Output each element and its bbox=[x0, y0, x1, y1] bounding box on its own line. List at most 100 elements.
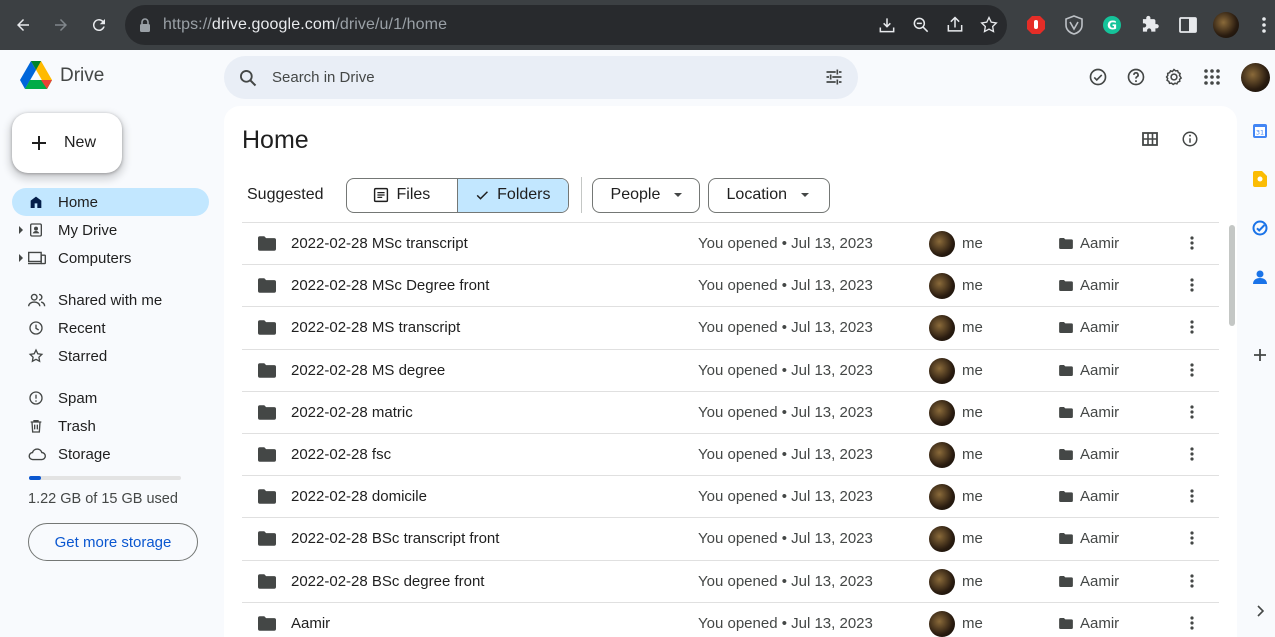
expand-caret-icon[interactable] bbox=[19, 226, 23, 234]
list-scrollbar[interactable] bbox=[1229, 225, 1235, 326]
more-actions-icon[interactable] bbox=[1190, 489, 1194, 503]
settings-gear-icon[interactable] bbox=[1162, 63, 1186, 91]
contacts-icon[interactable] bbox=[1251, 268, 1269, 286]
info-icon[interactable] bbox=[1181, 130, 1199, 148]
grid-view-icon[interactable] bbox=[1141, 130, 1159, 148]
folder-name[interactable]: 2022-02-28 domicile bbox=[291, 488, 427, 505]
location-filter-dropdown[interactable]: Location bbox=[707, 177, 830, 213]
location-filter-label: Location bbox=[726, 186, 788, 203]
owner-name: me bbox=[962, 235, 983, 252]
more-actions-icon[interactable] bbox=[1190, 531, 1194, 545]
shield-extension-icon[interactable] bbox=[1060, 11, 1088, 39]
folder-name[interactable]: 2022-02-28 MS transcript bbox=[291, 319, 460, 336]
browser-menu-icon[interactable] bbox=[1250, 11, 1275, 39]
sidebar-item-recent[interactable]: Recent bbox=[12, 314, 209, 342]
add-addon-icon[interactable] bbox=[1251, 346, 1269, 364]
search-input[interactable] bbox=[272, 69, 792, 86]
install-app-icon[interactable] bbox=[877, 15, 897, 35]
folder-row[interactable]: 2022-02-28 MS transcript You opened • Jul… bbox=[242, 306, 1219, 348]
sidebar-item-shared-with-me[interactable]: Shared with me bbox=[12, 286, 209, 314]
storage-usage-bar bbox=[29, 476, 181, 480]
location-name[interactable]: Aamir bbox=[1080, 573, 1119, 590]
location-folder-icon bbox=[1059, 533, 1073, 545]
sidebar-item-computers[interactable]: Computers bbox=[12, 244, 209, 272]
location-name[interactable]: Aamir bbox=[1080, 446, 1119, 463]
location-name[interactable]: Aamir bbox=[1080, 319, 1119, 336]
keep-icon[interactable] bbox=[1251, 170, 1269, 188]
sidebar-item-trash[interactable]: Trash bbox=[12, 412, 209, 440]
bookmark-star-icon[interactable] bbox=[979, 15, 999, 35]
new-button[interactable]: New bbox=[12, 113, 122, 173]
folder-row[interactable]: 2022-02-28 BSc transcript front You opene… bbox=[242, 517, 1219, 559]
get-more-storage-button[interactable]: Get more storage bbox=[28, 523, 198, 561]
folder-name[interactable]: 2022-02-28 fsc bbox=[291, 446, 391, 463]
lock-icon[interactable] bbox=[139, 18, 151, 32]
folder-name[interactable]: 2022-02-28 BSc transcript front bbox=[291, 530, 499, 547]
tasks-icon[interactable] bbox=[1251, 219, 1269, 237]
drive-logo[interactable]: Drive bbox=[20, 61, 104, 90]
folder-row[interactable]: 2022-02-28 fsc You opened • Jul 13, 2023 m… bbox=[242, 432, 1219, 475]
location-name[interactable]: Aamir bbox=[1080, 404, 1119, 421]
folder-row[interactable]: 2022-02-28 MSc transcript You opened • Ju… bbox=[242, 222, 1219, 264]
folder-icon bbox=[258, 531, 276, 547]
sidebar-item-spam[interactable]: Spam bbox=[12, 384, 209, 412]
location-name[interactable]: Aamir bbox=[1080, 530, 1119, 547]
sidebar-item-home[interactable]: Home bbox=[12, 188, 209, 216]
forward-icon[interactable] bbox=[46, 10, 76, 40]
folder-name[interactable]: 2022-02-28 BSc degree front bbox=[291, 573, 484, 590]
location-folder-icon bbox=[1059, 364, 1073, 376]
my-drive-icon bbox=[28, 222, 44, 238]
search-icon[interactable] bbox=[238, 68, 258, 88]
location-name[interactable]: Aamir bbox=[1080, 362, 1119, 379]
more-actions-icon[interactable] bbox=[1190, 278, 1194, 292]
folder-row[interactable]: 2022-02-28 MS degree You opened • Jul 13,… bbox=[242, 348, 1219, 391]
location-name[interactable]: Aamir bbox=[1080, 488, 1119, 505]
folders-toggle-button[interactable]: Folders bbox=[457, 178, 568, 212]
collapse-panel-icon[interactable] bbox=[1251, 602, 1269, 620]
folder-row[interactable]: 2022-02-28 matric You opened • Jul 13, 20… bbox=[242, 390, 1219, 433]
side-panel-icon[interactable] bbox=[1174, 11, 1202, 39]
folder-row[interactable]: 2022-02-28 MSc Degree front You opened • … bbox=[242, 264, 1219, 306]
share-icon[interactable] bbox=[945, 15, 965, 35]
more-actions-icon[interactable] bbox=[1190, 405, 1194, 419]
calendar-icon[interactable]: 31 bbox=[1251, 122, 1269, 140]
more-actions-icon[interactable] bbox=[1190, 573, 1194, 588]
search-options-icon[interactable] bbox=[824, 67, 844, 87]
location-name[interactable]: Aamir bbox=[1080, 615, 1119, 632]
sidebar-item-my-drive[interactable]: My Drive bbox=[12, 216, 209, 244]
location-name[interactable]: Aamir bbox=[1080, 235, 1119, 252]
more-actions-icon[interactable] bbox=[1190, 447, 1194, 461]
grammarly-extension-icon[interactable]: G bbox=[1098, 11, 1126, 39]
account-avatar[interactable] bbox=[1241, 63, 1270, 92]
apps-grid-icon[interactable] bbox=[1200, 63, 1224, 91]
folder-row[interactable]: Aamir You opened • Jul 13, 2023 me Aamir bbox=[242, 601, 1219, 637]
extensions-puzzle-icon[interactable] bbox=[1136, 11, 1164, 39]
more-actions-icon[interactable] bbox=[1190, 362, 1194, 377]
sidebar-item-storage[interactable]: Storage bbox=[12, 440, 209, 468]
search-bar[interactable] bbox=[224, 56, 858, 99]
reload-icon[interactable] bbox=[84, 10, 114, 40]
zoom-icon[interactable] bbox=[911, 15, 931, 35]
expand-caret-icon[interactable] bbox=[19, 254, 23, 262]
folder-name[interactable]: 2022-02-28 MSc transcript bbox=[291, 235, 468, 252]
location-name[interactable]: Aamir bbox=[1080, 277, 1119, 294]
more-actions-icon[interactable] bbox=[1190, 236, 1194, 250]
folder-name[interactable]: 2022-02-28 MSc Degree front bbox=[291, 277, 489, 294]
more-actions-icon[interactable] bbox=[1190, 616, 1194, 630]
back-icon[interactable] bbox=[8, 10, 38, 40]
adblock-extension-icon[interactable] bbox=[1022, 11, 1050, 39]
offline-ready-icon[interactable] bbox=[1086, 63, 1110, 91]
people-filter-dropdown[interactable]: People bbox=[591, 177, 700, 213]
help-icon[interactable] bbox=[1124, 63, 1148, 91]
profile-avatar[interactable] bbox=[1212, 11, 1240, 39]
address-bar[interactable]: https://drive.google.com/drive/u/1/home bbox=[125, 5, 1007, 45]
more-actions-icon[interactable] bbox=[1190, 320, 1194, 334]
folder-row[interactable]: 2022-02-28 domicile You opened • Jul 13, … bbox=[242, 475, 1219, 517]
sidebar-item-starred[interactable]: Starred bbox=[12, 342, 209, 370]
folder-name[interactable]: 2022-02-28 MS degree bbox=[291, 362, 445, 379]
folder-name[interactable]: 2022-02-28 matric bbox=[291, 404, 413, 421]
folder-row[interactable]: 2022-02-28 BSc degree front You opened • … bbox=[242, 559, 1219, 602]
folder-name[interactable]: Aamir bbox=[291, 615, 330, 632]
files-toggle-button[interactable]: Files bbox=[347, 178, 458, 212]
owner-avatar bbox=[929, 568, 955, 595]
